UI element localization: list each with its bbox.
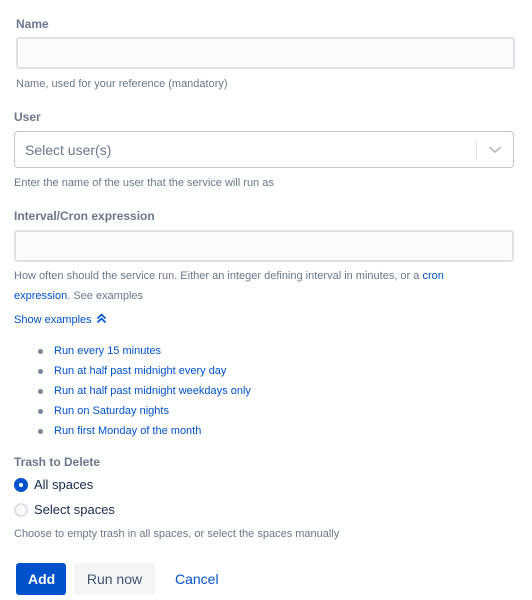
user-select-placeholder: Select user(s) — [25, 141, 112, 158]
name-help-text: Name, used for your reference (mandatory… — [16, 78, 228, 90]
radio-label: Select spaces — [34, 502, 115, 517]
examples-list: Run every 15 minutes Run at half past mi… — [38, 341, 251, 441]
example-item[interactable]: Run at half past midnight every day — [38, 361, 251, 381]
double-chevron-up-icon[interactable] — [96, 310, 106, 330]
interval-help-suffix: . See examples — [67, 290, 144, 302]
chevron-down-icon[interactable] — [477, 132, 513, 167]
cancel-button[interactable]: Cancel — [163, 563, 231, 595]
example-link[interactable]: Run every 15 minutes — [54, 345, 161, 357]
radio-select-spaces[interactable]: Select spaces — [14, 502, 115, 517]
example-item[interactable]: Run at half past midnight weekdays only — [38, 381, 251, 401]
user-help-text: Enter the name of the user that the serv… — [14, 177, 274, 189]
name-input[interactable] — [16, 37, 515, 69]
radio-checked-icon[interactable] — [14, 477, 28, 492]
user-label: User — [14, 110, 41, 124]
example-link[interactable]: Run at half past midnight every day — [54, 365, 226, 377]
interval-label: Interval/Cron expression — [14, 209, 155, 223]
radio-all-spaces[interactable]: All spaces — [14, 477, 93, 492]
example-item[interactable]: Run every 15 minutes — [38, 341, 251, 361]
interval-help-prefix: How often should the service run. Either… — [14, 270, 423, 282]
trash-help-text: Choose to empty trash in all spaces, or … — [14, 528, 340, 540]
bullet-icon — [38, 368, 43, 374]
bullet-icon — [38, 388, 43, 394]
name-label: Name — [16, 17, 49, 31]
example-item[interactable]: Run first Monday of the month — [38, 421, 251, 441]
interval-input[interactable] — [14, 230, 514, 262]
show-examples-link[interactable]: Show examples — [14, 314, 92, 326]
example-link[interactable]: Run first Monday of the month — [54, 425, 201, 437]
trash-label: Trash to Delete — [14, 455, 101, 469]
show-examples-toggle[interactable]: Show examples — [14, 310, 106, 330]
radio-label: All spaces — [34, 477, 94, 492]
example-link[interactable]: Run at half past midnight weekdays only — [54, 385, 251, 397]
bullet-icon — [38, 428, 43, 434]
add-button[interactable]: Add — [16, 563, 66, 595]
user-select[interactable]: Select user(s) — [14, 131, 514, 168]
run-now-button[interactable]: Run now — [74, 563, 155, 595]
bullet-icon — [38, 348, 43, 354]
bullet-icon — [38, 408, 43, 414]
example-link[interactable]: Run on Saturday nights — [54, 405, 169, 417]
example-item[interactable]: Run on Saturday nights — [38, 401, 251, 421]
interval-help-text: How often should the service run. Either… — [14, 266, 519, 306]
radio-unchecked-icon[interactable] — [14, 502, 28, 517]
